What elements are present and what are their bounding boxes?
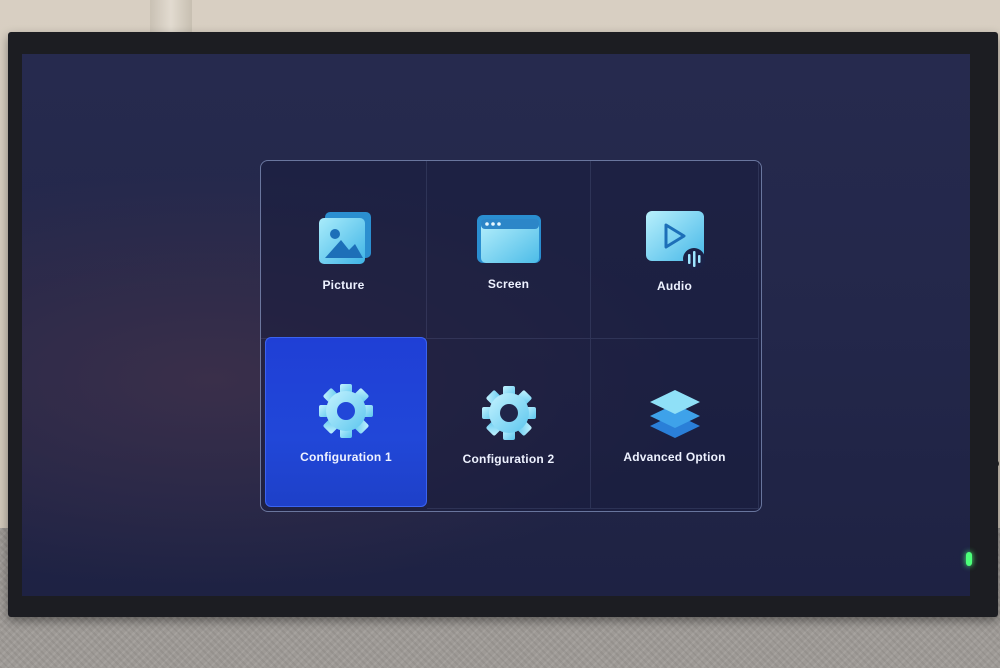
menu-tile-audio[interactable]: Audio <box>591 161 759 339</box>
power-indicator-led <box>966 552 972 566</box>
menu-tile-configuration-2[interactable]: Configuration 2 <box>427 339 591 509</box>
menu-tile-label: Screen <box>487 276 530 291</box>
gear-icon <box>478 382 540 444</box>
menu-tile-screen[interactable]: Screen <box>427 161 591 339</box>
picture-icon <box>313 208 375 270</box>
menu-tile-configuration-1[interactable]: Configuration 1 <box>265 337 427 507</box>
menu-tile-advanced-option[interactable]: Advanced Option <box>591 339 759 509</box>
menu-tile-label: Configuration 1 <box>300 450 392 464</box>
screen-icon <box>473 209 545 269</box>
menu-tile-label: Picture <box>322 277 365 292</box>
menu-tile-picture[interactable]: Picture <box>261 161 427 339</box>
osd-main-menu: Picture Screen Audio Configuration 1 Con… <box>260 160 762 512</box>
monitor-screen: Picture Screen Audio Configuration 1 Con… <box>22 54 970 596</box>
menu-tile-label: Audio <box>657 278 692 293</box>
monitor-bezel: Picture Screen Audio Configuration 1 Con… <box>8 32 998 617</box>
audio-icon <box>640 207 710 271</box>
menu-tile-label: Configuration 2 <box>462 451 555 466</box>
menu-tile-label: Advanced Option <box>623 449 726 464</box>
gear-icon <box>315 380 377 442</box>
layers-icon <box>644 384 706 442</box>
